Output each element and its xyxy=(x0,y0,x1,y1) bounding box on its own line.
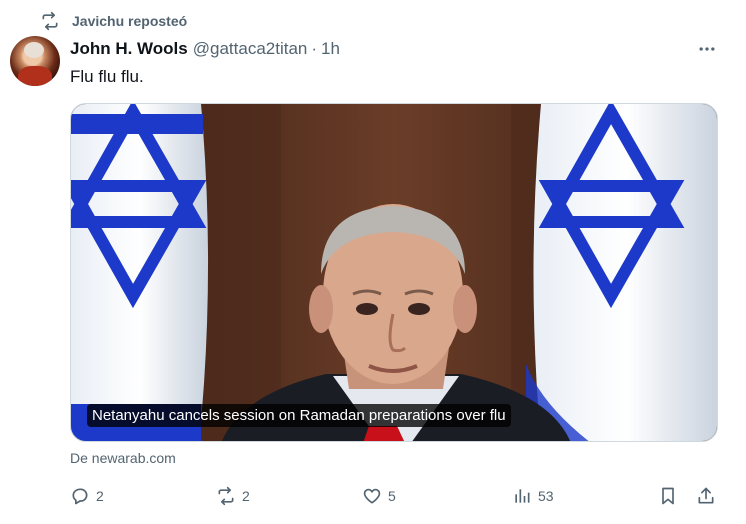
repost-icon xyxy=(218,486,234,506)
repost-indicator[interactable]: Javichu reposteó xyxy=(40,10,187,32)
tweet-header: John H. Wools @gattaca2titan · 1h xyxy=(70,38,340,60)
bookmark-icon xyxy=(662,487,674,505)
share-button[interactable] xyxy=(696,484,722,508)
media-photo xyxy=(71,104,717,441)
views-button[interactable]: 53 xyxy=(512,484,554,508)
share-icon xyxy=(698,487,714,504)
repost-icon xyxy=(42,11,58,31)
avatar[interactable] xyxy=(10,36,60,86)
tweet-media[interactable]: Netanyahu cancels session on Ramadan pre… xyxy=(70,103,718,442)
action-bar: 2 2 5 53 xyxy=(70,484,720,508)
avatar-coat xyxy=(18,66,52,86)
timestamp[interactable]: 1h xyxy=(321,39,340,59)
media-caption: Netanyahu cancels session on Ramadan pre… xyxy=(87,404,511,427)
avatar-hair xyxy=(24,42,44,58)
like-count: 5 xyxy=(388,488,396,504)
views-count: 53 xyxy=(538,488,554,504)
reply-icon xyxy=(72,488,88,505)
analytics-icon xyxy=(515,489,530,503)
more-options-button[interactable] xyxy=(694,38,720,60)
like-button[interactable]: 5 xyxy=(362,484,396,508)
bookmark-button[interactable] xyxy=(658,484,684,508)
repost-count: 2 xyxy=(242,488,250,504)
repost-label: Javichu reposteó xyxy=(72,13,188,29)
separator-dot: · xyxy=(311,39,318,58)
author-handle[interactable]: @gattaca2titan xyxy=(193,39,308,59)
reply-button[interactable]: 2 xyxy=(70,484,104,508)
reply-count: 2 xyxy=(96,488,104,504)
tweet-text: Flu flu flu. xyxy=(70,67,144,86)
link-source[interactable]: De newarab.com xyxy=(70,450,176,466)
author-name[interactable]: John H. Wools xyxy=(70,39,188,59)
more-icon xyxy=(699,47,715,51)
repost-button[interactable]: 2 xyxy=(216,484,250,508)
heart-icon xyxy=(363,488,381,504)
